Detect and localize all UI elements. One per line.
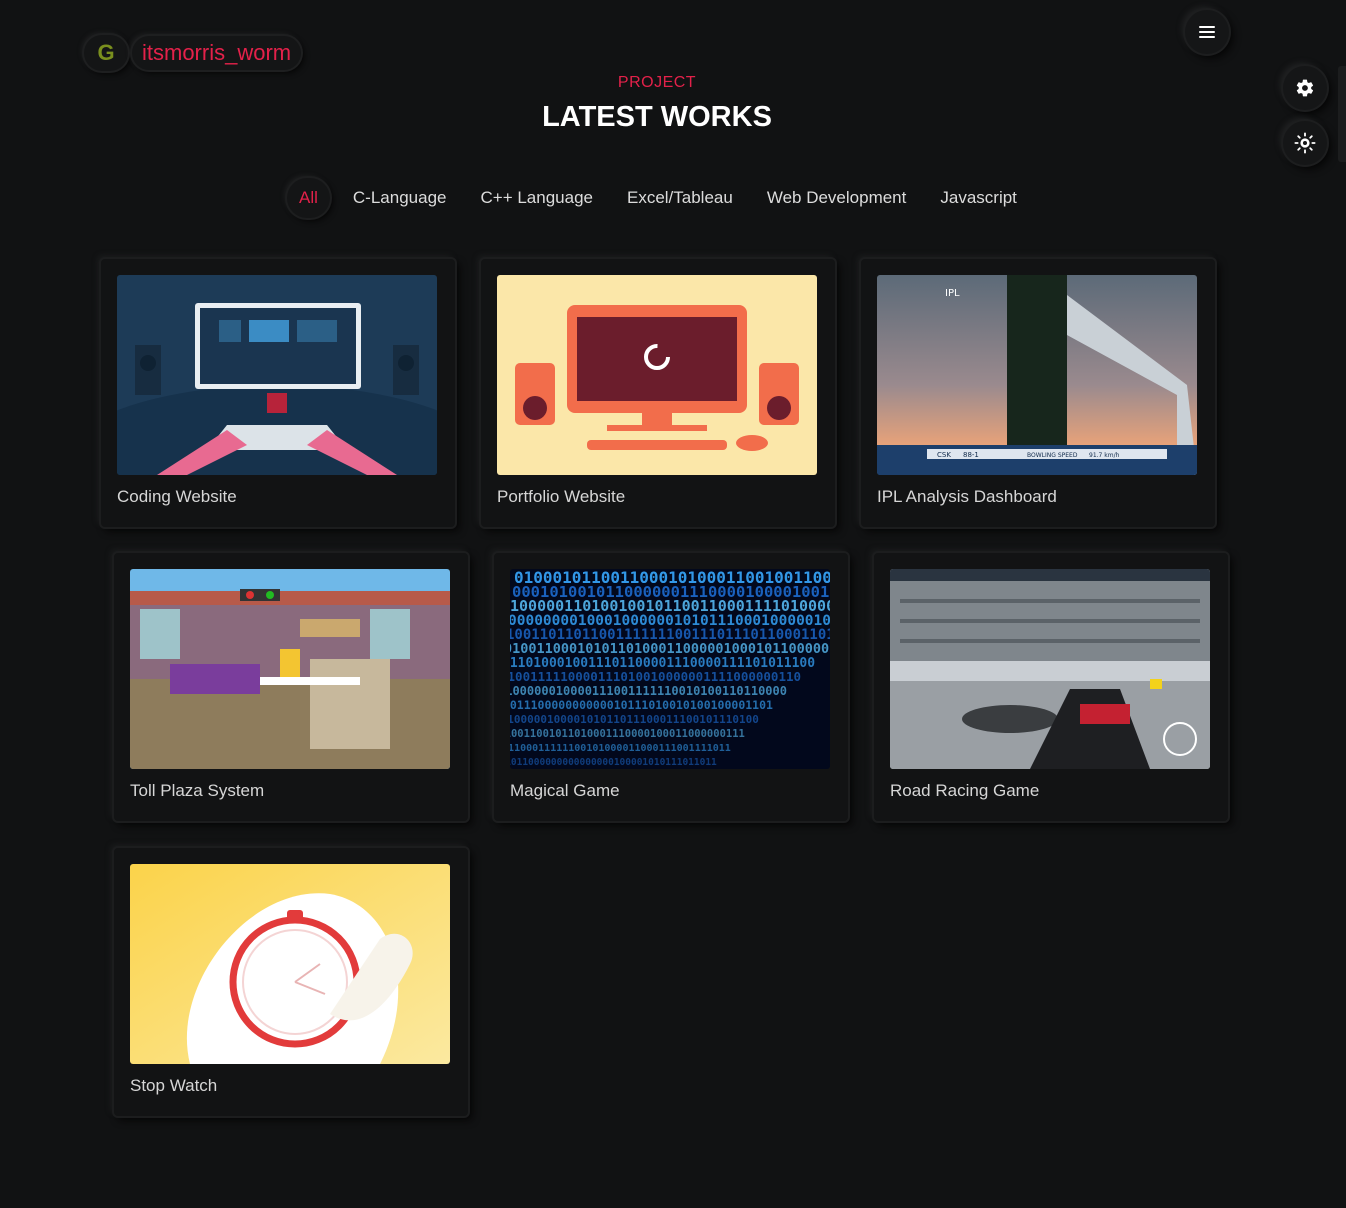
sun-icon xyxy=(1294,132,1316,154)
project-thumbnail xyxy=(130,569,450,769)
project-filter-tabs: All C-Language C++ Language Excel/Tablea… xyxy=(287,178,1034,218)
binary-code-line: 0010011001011010001110000100011000000111 xyxy=(510,728,745,740)
binary-code-line: 1111011000000000000000100001010111011011 xyxy=(510,757,717,768)
project-thumbnail xyxy=(117,275,437,475)
filter-javascript[interactable]: Javascript xyxy=(923,178,1034,218)
filter-all[interactable]: All xyxy=(287,178,330,218)
project-title: Toll Plaza System xyxy=(130,781,265,800)
ipl-logo-text: IPL xyxy=(945,288,960,299)
site-logo[interactable]: G itsmorris_worm xyxy=(84,35,302,71)
side-panel-edge xyxy=(1338,66,1346,162)
project-title: Magical Game xyxy=(510,781,620,800)
binary-code-line: 1011100011111100101000011000111001111011 xyxy=(510,743,731,754)
filter-web-development[interactable]: Web Development xyxy=(750,178,924,218)
binary-code-line: 1100111110000111010010000001111000000110 xyxy=(510,669,801,684)
ipl-score-text: 88-1 xyxy=(963,451,979,459)
ipl-speed-label: BOWLING SPEED xyxy=(1027,452,1078,459)
project-card-magical-game[interactable]: 0100010110011000101000110010011001001001… xyxy=(494,553,848,821)
project-title: Stop Watch xyxy=(130,1076,218,1095)
project-card-ipl-analysis-dashboard[interactable]: IPL CSK 88-1 BOWLING SPEED 91.7 km/h IPL… xyxy=(861,259,1215,527)
project-card-road-racing-game[interactable]: Road Racing Game xyxy=(874,553,1228,821)
project-card-portfolio-website[interactable]: Portfolio Website xyxy=(481,259,835,527)
logo-username: itsmorris_worm xyxy=(132,36,302,70)
project-title: Coding Website xyxy=(117,487,237,506)
project-title: IPL Analysis Dashboard xyxy=(877,487,1057,506)
project-thumbnail xyxy=(890,569,1210,769)
filter-c-language[interactable]: C-Language xyxy=(336,178,464,218)
logo-initial: G xyxy=(84,35,128,71)
binary-code-line: 0010000010000101011011100011100101110100 xyxy=(510,713,759,726)
section-subtitle: PROJECT xyxy=(617,74,697,91)
binary-code-line: 1100000010000111001111110010100110110000 xyxy=(510,684,787,698)
project-card-stop-watch[interactable]: Stop Watch xyxy=(114,848,468,1116)
ipl-team-text: CSK xyxy=(937,451,951,459)
project-title: Road Racing Game xyxy=(890,781,1040,800)
section-title: LATEST WORKS xyxy=(542,101,772,133)
project-thumbnail xyxy=(130,864,450,1064)
menu-button[interactable] xyxy=(1185,10,1229,54)
binary-code-line: 0001110000000000010111010010100100001101 xyxy=(510,698,773,712)
filter-excel-tableau[interactable]: Excel/Tableau xyxy=(610,178,750,218)
project-card-toll-plaza-system[interactable]: Toll Plaza System xyxy=(114,553,468,821)
project-card-coding-website[interactable]: Coding Website xyxy=(101,259,455,527)
filter-cpp-language[interactable]: C++ Language xyxy=(463,178,610,218)
binary-code-line: 0100110001010110100011000001000101100000 xyxy=(510,641,829,657)
project-title: Portfolio Website xyxy=(497,487,626,506)
project-thumbnail: 0100010110011000101000110010011001001001… xyxy=(510,569,830,769)
hamburger-icon xyxy=(1199,26,1215,38)
ipl-speed-value: 91.7 km/h xyxy=(1089,452,1120,459)
project-thumbnail: IPL CSK 88-1 BOWLING SPEED 91.7 km/h xyxy=(877,275,1197,475)
project-thumbnail xyxy=(497,275,817,475)
